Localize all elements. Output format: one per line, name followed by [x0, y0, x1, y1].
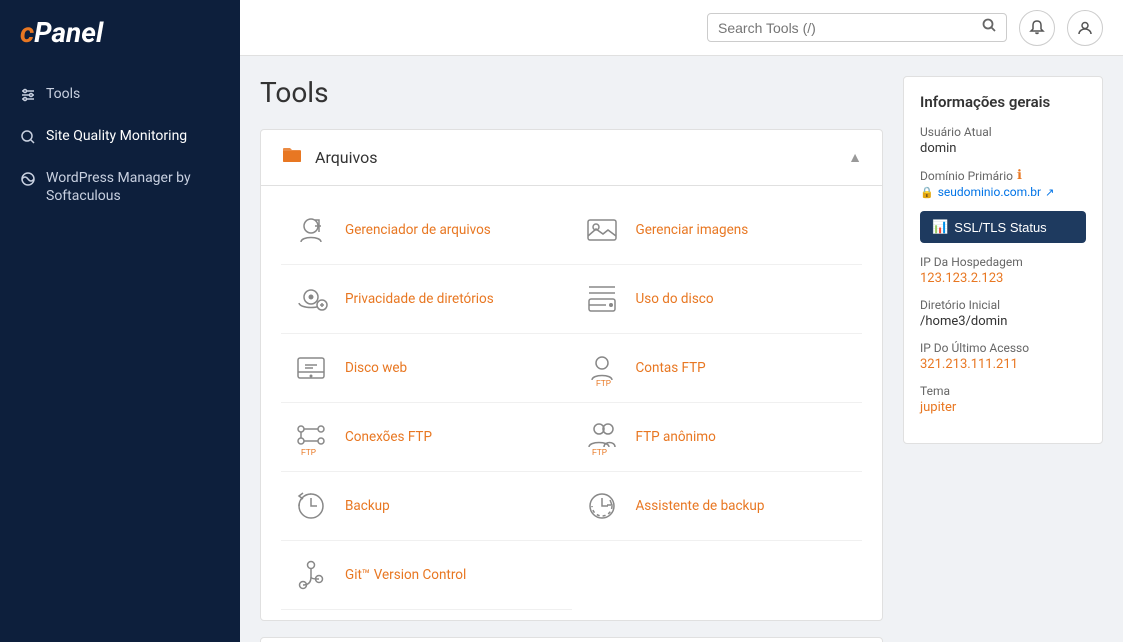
section-bancos-dados: Bancos de dados ▲: [260, 637, 883, 642]
tool-gerenciador-arquivos[interactable]: Gerenciador de arquivos: [281, 196, 572, 265]
logo-panel-text: Panel: [34, 16, 103, 49]
tool-backup-label: Backup: [345, 498, 390, 514]
directory-privacy-icon: [291, 279, 331, 319]
info-ip-hospedagem: IP Da Hospedagem 123.123.2.123: [920, 255, 1086, 286]
tool-gerenciador-arquivos-label: Gerenciador de arquivos: [345, 222, 491, 238]
info-dominio-value: 🔒 seudominio.com.br ↗: [920, 185, 1086, 199]
tool-uso-disco-label: Uso do disco: [636, 291, 714, 307]
section-arquivos-body: Gerenciador de arquivos Ge: [261, 186, 882, 620]
cpanel-logo: cPanel: [20, 16, 220, 49]
tool-ftp-anonimo[interactable]: FTP FTP anônimo: [572, 403, 863, 472]
file-manager-icon: [291, 210, 331, 250]
page-title: Tools: [260, 76, 883, 109]
chevron-up-icon: ▲: [848, 149, 862, 166]
tool-assistente-backup-label: Assistente de backup: [636, 498, 765, 514]
info-dominio-primario: Domínio Primário ℹ 🔒 seudominio.com.br ↗: [920, 168, 1086, 199]
sidebar-item-site-quality[interactable]: Site Quality Monitoring: [0, 117, 240, 159]
tool-backup[interactable]: Backup: [281, 472, 572, 541]
section-bancos-dados-header[interactable]: Bancos de dados ▲: [261, 638, 882, 642]
info-diretorio-value: /home3/domin: [920, 314, 1086, 329]
info-ip-ultimo-label: IP Do Último Acesso: [920, 341, 1086, 355]
info-usuario-atual-value: domin: [920, 141, 1086, 156]
tool-gerenciar-imagens-label: Gerenciar imagens: [636, 222, 749, 238]
search-button[interactable]: [982, 18, 996, 37]
info-diretorio-inicial: Diretório Inicial /home3/domin: [920, 298, 1086, 329]
wordpress-icon: [20, 171, 36, 191]
chart-bar-icon: 📊: [932, 219, 948, 235]
tool-contas-ftp[interactable]: FTP Contas FTP: [572, 334, 863, 403]
info-dominio-label: Domínio Primário ℹ: [920, 168, 1086, 183]
tool-git[interactable]: Git™ Version Control: [281, 541, 572, 610]
main-area: Tools Arquivos ▲: [240, 0, 1123, 642]
tool-contas-ftp-label: Contas FTP: [636, 360, 706, 376]
sidebar-item-wordpress-label: WordPress Manager by Softaculous: [46, 169, 220, 205]
web-disk-icon: [291, 348, 331, 388]
tool-gerenciar-imagens[interactable]: Gerenciar imagens: [572, 196, 863, 265]
sidebar: cPanel Tools: [0, 0, 240, 642]
anonymous-ftp-icon: FTP: [582, 417, 622, 457]
tool-assistente-backup[interactable]: Assistente de backup: [572, 472, 863, 541]
info-ip-ultimo-acesso: IP Do Último Acesso 321.213.111.211: [920, 341, 1086, 372]
main-panel: Tools Arquivos ▲: [260, 76, 883, 622]
image-manager-icon: [582, 210, 622, 250]
tool-disco-web-label: Disco web: [345, 360, 407, 376]
backup-wizard-icon: [582, 486, 622, 526]
user-menu-button[interactable]: [1067, 10, 1103, 46]
tools-icon: [20, 87, 36, 107]
tool-git-label: Git™ Version Control: [345, 567, 466, 583]
info-usuario-atual: Usuário Atual domin: [920, 125, 1086, 156]
lock-icon: 🔒: [920, 186, 934, 199]
backup-icon: [291, 486, 331, 526]
info-ip-ultimo-value: 321.213.111.211: [920, 357, 1086, 372]
info-ip-hospedagem-label: IP Da Hospedagem: [920, 255, 1086, 269]
ssl-btn-label: SSL/TLS Status: [954, 220, 1047, 235]
info-tema-label: Tema: [920, 384, 1086, 398]
search-input[interactable]: [718, 20, 982, 36]
tool-privacidade-diretorios-label: Privacidade de diretórios: [345, 291, 494, 307]
header: [240, 0, 1123, 56]
ftp-connections-icon: FTP: [291, 417, 331, 457]
tool-privacidade-diretorios[interactable]: Privacidade de diretórios: [281, 265, 572, 334]
tool-uso-disco[interactable]: Uso do disco: [572, 265, 863, 334]
git-icon: [291, 555, 331, 595]
tools-grid: Gerenciador de arquivos Ge: [281, 196, 862, 610]
logo-c-letter: c: [20, 16, 34, 49]
tool-ftp-anonimo-label: FTP anônimo: [636, 429, 716, 445]
ssl-tls-status-button[interactable]: 📊 SSL/TLS Status: [920, 211, 1086, 243]
info-icon: ℹ: [1017, 168, 1022, 183]
folder-icon: [281, 144, 303, 171]
section-arquivos-title: Arquivos: [315, 148, 378, 167]
info-card: Informações gerais Usuário Atual domin D…: [903, 76, 1103, 444]
disk-usage-icon: [582, 279, 622, 319]
tool-conexoes-ftp[interactable]: FTP Conexões FTP: [281, 403, 572, 472]
info-tema-value: jupiter: [920, 400, 1086, 415]
sidebar-item-tools[interactable]: Tools: [0, 75, 240, 117]
svg-text:FTP: FTP: [596, 379, 611, 386]
search-bar[interactable]: [707, 13, 1007, 42]
info-ip-hospedagem-value: 123.123.2.123: [920, 271, 1086, 286]
sidebar-item-site-quality-label: Site Quality Monitoring: [46, 127, 187, 145]
site-quality-icon: [20, 129, 36, 149]
section-arquivos-header[interactable]: Arquivos ▲: [261, 130, 882, 186]
sidebar-item-tools-label: Tools: [46, 85, 80, 103]
sidebar-item-wordpress[interactable]: WordPress Manager by Softaculous: [0, 159, 240, 215]
ftp-accounts-icon: FTP: [582, 348, 622, 388]
right-info-panel: Informações gerais Usuário Atual domin D…: [903, 76, 1103, 622]
section-header-left: Arquivos: [281, 144, 378, 171]
info-tema: Tema jupiter: [920, 384, 1086, 415]
svg-text:FTP: FTP: [301, 448, 316, 455]
svg-text:FTP: FTP: [592, 448, 607, 455]
content-area: Tools Arquivos ▲: [240, 56, 1123, 642]
info-usuario-atual-label: Usuário Atual: [920, 125, 1086, 139]
info-card-title: Informações gerais: [920, 93, 1086, 111]
notifications-button[interactable]: [1019, 10, 1055, 46]
external-link-icon: ↗: [1045, 186, 1054, 199]
logo-area: cPanel: [0, 0, 240, 65]
info-diretorio-label: Diretório Inicial: [920, 298, 1086, 312]
sidebar-nav: Tools Site Quality Monitoring WordPress …: [0, 65, 240, 225]
tool-conexoes-ftp-label: Conexões FTP: [345, 429, 432, 445]
tool-disco-web[interactable]: Disco web: [281, 334, 572, 403]
section-arquivos: Arquivos ▲: [260, 129, 883, 621]
